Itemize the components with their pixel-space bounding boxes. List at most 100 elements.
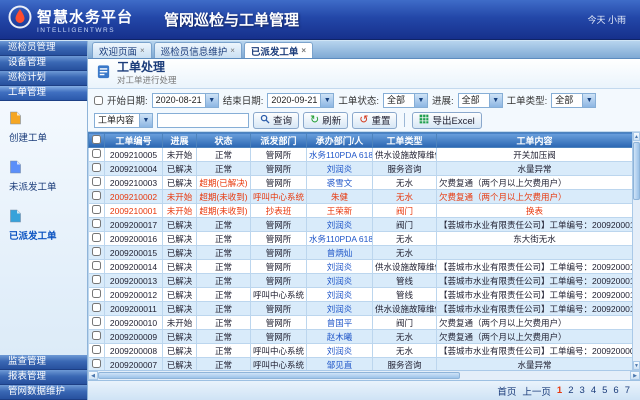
chevron-down-icon[interactable]: ▼ (320, 94, 333, 107)
reset-button[interactable]: ↺ 重置 (352, 112, 397, 129)
cell-assignee[interactable]: 水务110PDA 61870 (307, 148, 373, 162)
chevron-down-icon[interactable]: ▼ (489, 94, 502, 107)
close-tab-icon[interactable]: × (230, 47, 235, 55)
row-checkbox[interactable] (92, 191, 101, 200)
chevron-down-icon[interactable]: ▼ (205, 94, 218, 107)
close-tab-icon[interactable]: × (301, 47, 306, 55)
sidebar-item-supervision-management[interactable]: 监查管理 (0, 355, 87, 370)
close-tab-icon[interactable]: × (140, 47, 145, 55)
order-type-select[interactable]: 全部 ▼ (551, 93, 596, 108)
scroll-down-icon[interactable]: ▼ (633, 361, 640, 370)
vertical-scrollbar[interactable]: ▲ ▼ (632, 132, 640, 370)
search-field-select[interactable]: 工单内容 ▼ (94, 113, 153, 128)
cell-assignee[interactable]: 刘润炎 (307, 344, 373, 358)
cell-assignee[interactable]: 刘润炎 (307, 218, 373, 232)
chevron-down-icon[interactable]: ▼ (582, 94, 595, 107)
cell-assignee[interactable]: 曾炳灿 (307, 246, 373, 260)
column-header-order-id[interactable]: 工单编号 (105, 133, 163, 148)
cell-assignee[interactable]: 赵木曦 (307, 330, 373, 344)
table-row[interactable]: 2009200010未开始正常管网所曾国平阀门欠费复通（两个月以上欠费用户） (89, 316, 633, 330)
search-input[interactable] (157, 113, 249, 128)
table-row[interactable]: 2009210004已解决正常管网所刘润炎服务咨询水量异常 (89, 162, 633, 176)
tab-inspector-info[interactable]: 巡检员信息维护× (154, 42, 242, 58)
sidebar-item-work-order-management[interactable]: 工单管理 (0, 86, 87, 101)
sidebar-item-inspection-plan[interactable]: 巡检计划 (0, 71, 87, 86)
cell-assignee[interactable]: 刘润炎 (307, 162, 373, 176)
refresh-button[interactable]: ↻ 刷新 (303, 112, 348, 129)
table-row[interactable]: 2009200007已解决正常呼叫中心系统邹见直服务咨询水量异常 (89, 358, 633, 371)
row-checkbox[interactable] (92, 331, 101, 340)
order-status-select[interactable]: 全部 ▼ (383, 93, 428, 108)
row-checkbox[interactable] (92, 233, 101, 242)
row-checkbox[interactable] (92, 303, 101, 312)
row-checkbox[interactable] (92, 163, 101, 172)
row-checkbox[interactable] (92, 247, 101, 256)
row-checkbox[interactable] (92, 205, 101, 214)
sidebar-item-device-management[interactable]: 设备管理 (0, 56, 87, 71)
page-number-7[interactable]: 7 (625, 385, 630, 396)
column-header-status[interactable]: 状态 (197, 133, 251, 148)
table-row[interactable]: 2009200012已解决正常呼叫中心系统刘润炎管线【荟城市水业有限责任公司】工… (89, 288, 633, 302)
table-row[interactable]: 2009210002未开始超期(未收到)呼叫中心系统朱健无水欠费复通（两个月以上… (89, 190, 633, 204)
tab-dispatched-orders[interactable]: 已派发工单× (244, 42, 313, 58)
scroll-up-icon[interactable]: ▲ (633, 132, 640, 141)
row-checkbox[interactable] (92, 219, 101, 228)
vertical-scroll-thumb[interactable] (633, 142, 640, 200)
scroll-right-icon[interactable]: ▶ (630, 371, 640, 380)
sidebar-subitem-create-order[interactable]: 创建工单 (6, 111, 81, 144)
cell-assignee[interactable]: 刘润炎 (307, 274, 373, 288)
column-header-order-content[interactable]: 工单内容 (437, 133, 633, 148)
sidebar-subitem-dispatched-orders[interactable]: 已派发工单 (6, 209, 81, 242)
select-all-checkbox[interactable] (92, 135, 101, 144)
chevron-down-icon[interactable]: ▼ (139, 114, 152, 127)
end-date-picker[interactable]: 2020-09-21 ▼ (267, 93, 334, 108)
cell-assignee[interactable]: 曾国平 (307, 316, 373, 330)
row-checkbox[interactable] (92, 275, 101, 284)
tab-welcome[interactable]: 欢迎页面× (92, 42, 152, 58)
table-row[interactable]: 2009200017已解决正常管网所刘润炎阀门【荟城市水业有限责任公司】工单编号… (89, 218, 633, 232)
page-number-1[interactable]: 1 (557, 385, 562, 396)
sidebar-item-report-management[interactable]: 报表管理 (0, 370, 87, 385)
page-number-5[interactable]: 5 (602, 385, 607, 396)
row-checkbox[interactable] (92, 261, 101, 270)
row-checkbox[interactable] (92, 345, 101, 354)
table-row[interactable]: 2009200016已解决正常管网所水务110PDA 61870无水东大街无水 (89, 232, 633, 246)
row-checkbox[interactable] (92, 149, 101, 158)
row-checkbox[interactable] (92, 359, 101, 368)
row-checkbox[interactable] (92, 177, 101, 186)
page-number-3[interactable]: 3 (580, 385, 585, 396)
cell-assignee[interactable]: 刘润炎 (307, 288, 373, 302)
scroll-left-icon[interactable]: ◀ (88, 371, 98, 380)
cell-assignee[interactable]: 朱健 (307, 190, 373, 204)
query-button[interactable]: 查询 (253, 112, 299, 129)
table-row[interactable]: 2009210005未开始正常管网所水务110PDA 61870供水设施故障维修… (89, 148, 633, 162)
chevron-down-icon[interactable]: ▼ (414, 94, 427, 107)
column-header-order-type[interactable]: 工单类型 (373, 133, 437, 148)
sidebar-item-inspector-management[interactable]: 巡检员管理 (0, 41, 87, 56)
sidebar-item-pipeline-data-maintenance[interactable]: 管网数据维护 (0, 385, 87, 400)
column-header-assignee[interactable]: 承办部门/人 (307, 133, 373, 148)
filter-checkbox[interactable] (94, 96, 103, 105)
cell-assignee[interactable]: 刘润炎 (307, 260, 373, 274)
page-number-2[interactable]: 2 (568, 385, 573, 396)
horizontal-scroll-thumb[interactable] (98, 372, 460, 379)
table-row[interactable]: 2009200009已解决正常管网所赵木曦无水欠费复通（两个月以上欠费用户） (89, 330, 633, 344)
table-row[interactable]: 2009200015已解决正常管网所曾炳灿无水 (89, 246, 633, 260)
start-date-picker[interactable]: 2020-08-21 ▼ (152, 93, 219, 108)
cell-assignee[interactable]: 水务110PDA 61870 (307, 232, 373, 246)
page-number-4[interactable]: 4 (591, 385, 596, 396)
progress-select[interactable]: 全部 ▼ (458, 93, 503, 108)
table-row[interactable]: 2009200008已解决正常呼叫中心系统刘润炎无水【荟城市水业有限责任公司】工… (89, 344, 633, 358)
table-row[interactable]: 2009210001未开始超期(未收到)抄表班王荣新阀门换表 (89, 204, 633, 218)
page-prev-link[interactable]: 上一页 (522, 384, 551, 398)
horizontal-scrollbar[interactable]: ◀ ▶ (88, 370, 640, 380)
cell-assignee[interactable]: 王荣新 (307, 204, 373, 218)
cell-assignee[interactable]: 裘雪文 (307, 176, 373, 190)
cell-assignee[interactable]: 刘润炎 (307, 302, 373, 316)
column-header-progress[interactable]: 进展 (163, 133, 197, 148)
sidebar-subitem-undispatched-orders[interactable]: 未派发工单 (6, 160, 81, 193)
column-header-dispatch-dept[interactable]: 派发部门 (251, 133, 307, 148)
row-checkbox[interactable] (92, 317, 101, 326)
page-first-link[interactable]: 首页 (497, 384, 516, 398)
table-row[interactable]: 2009200013已解决正常管网所刘润炎管线【荟城市水业有限责任公司】工单编号… (89, 274, 633, 288)
